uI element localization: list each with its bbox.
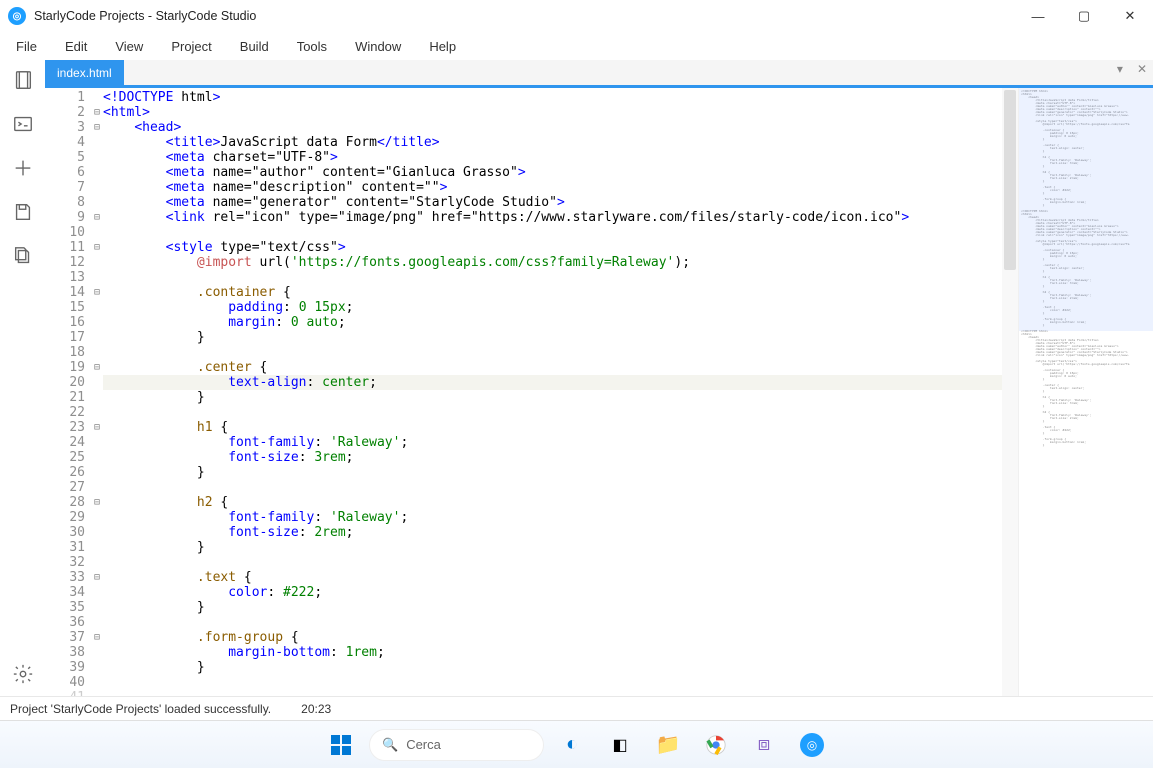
taskbar-search[interactable]: 🔍 Cerca (369, 729, 544, 761)
settings-icon[interactable] (11, 662, 35, 686)
file-explorer-icon[interactable]: 📁 (648, 725, 688, 765)
minimap-viewport[interactable] (1019, 88, 1153, 331)
minimize-button[interactable]: — (1015, 0, 1061, 32)
tab-close-icon[interactable]: ✕ (1133, 62, 1151, 76)
copilot-icon[interactable]: ◐ (552, 725, 592, 765)
line-number-gutter: 1234567891011121314151617181920212223242… (45, 88, 91, 696)
workspace: index.html ▾ ✕ 1234567891011121314151617… (0, 60, 1153, 696)
titlebar: ◎ StarlyCode Projects - StarlyCode Studi… (0, 0, 1153, 32)
terminal-icon[interactable] (11, 112, 35, 136)
starlycode-icon[interactable]: ◎ (792, 725, 832, 765)
app-icon: ◎ (8, 7, 26, 25)
explorer-icon[interactable] (11, 68, 35, 92)
chrome-icon[interactable] (696, 725, 736, 765)
code-container: 1234567891011121314151617181920212223242… (45, 88, 1153, 696)
menu-file[interactable]: File (12, 37, 41, 56)
statusbar: Project 'StarlyCode Projects' loaded suc… (0, 696, 1153, 720)
window-controls: — ▢ ✕ (1015, 0, 1153, 32)
menu-view[interactable]: View (111, 37, 147, 56)
task-view-icon[interactable]: ◧ (600, 725, 640, 765)
tab-controls: ▾ ✕ (1113, 62, 1151, 76)
fold-column: ⊟⊟⊟⊟⊟⊟⊟⊟⊟⊟ (91, 88, 103, 696)
save-all-icon[interactable] (11, 244, 35, 268)
minimap[interactable]: <!DOCTYPE html> <html> <head> <title>Jav… (1018, 88, 1153, 696)
tab-dropdown-icon[interactable]: ▾ (1113, 62, 1127, 76)
code-editor[interactable]: <!DOCTYPE html><html> <head> <title>Java… (103, 88, 1002, 696)
editor-area: index.html ▾ ✕ 1234567891011121314151617… (45, 60, 1153, 696)
search-icon: 🔍 (382, 737, 398, 753)
scrollbar-thumb[interactable] (1004, 90, 1016, 270)
status-message: Project 'StarlyCode Projects' loaded suc… (10, 702, 271, 716)
window-title: StarlyCode Projects - StarlyCode Studio (34, 9, 256, 23)
menu-edit[interactable]: Edit (61, 37, 91, 56)
tab-label: index.html (57, 66, 112, 80)
status-time: 20:23 (301, 702, 331, 716)
add-icon[interactable] (11, 156, 35, 180)
menu-tools[interactable]: Tools (293, 37, 331, 56)
menu-build[interactable]: Build (236, 37, 273, 56)
taskbar-search-placeholder: Cerca (406, 737, 441, 752)
maximize-button[interactable]: ▢ (1061, 0, 1107, 32)
menu-project[interactable]: Project (167, 37, 215, 56)
start-button[interactable] (321, 725, 361, 765)
vertical-scrollbar[interactable] (1002, 88, 1018, 696)
visual-studio-icon[interactable]: ⧈ (744, 725, 784, 765)
sidebar (0, 60, 45, 696)
tabbar: index.html ▾ ✕ (45, 60, 1153, 85)
close-button[interactable]: ✕ (1107, 0, 1153, 32)
menu-help[interactable]: Help (425, 37, 460, 56)
tab-index-html[interactable]: index.html (45, 60, 124, 85)
menu-window[interactable]: Window (351, 37, 405, 56)
menubar: File Edit View Project Build Tools Windo… (0, 32, 1153, 60)
save-icon[interactable] (11, 200, 35, 224)
taskbar: 🔍 Cerca ◐ ◧ 📁 ⧈ ◎ (0, 720, 1153, 768)
